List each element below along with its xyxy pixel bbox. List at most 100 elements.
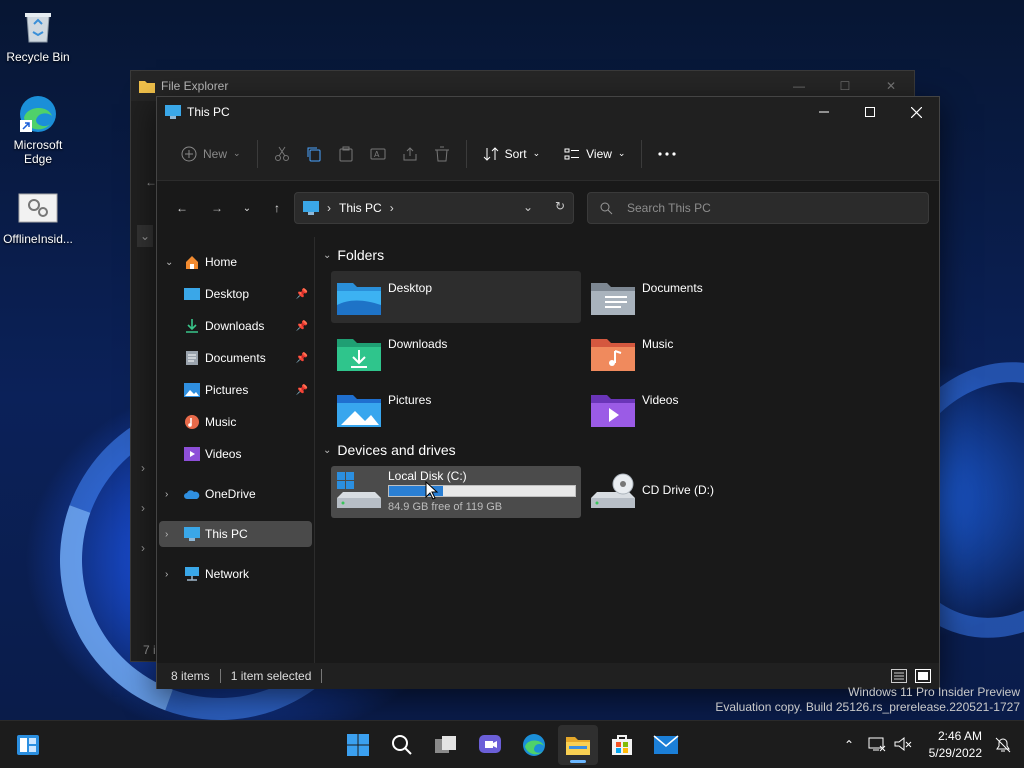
teams-chat-button[interactable] xyxy=(470,725,510,765)
desktop-icon-label: Recycle Bin xyxy=(6,50,70,64)
search-button[interactable] xyxy=(382,725,422,765)
back-button[interactable]: ← xyxy=(167,193,197,223)
nav-item-home[interactable]: ⌄ Home xyxy=(159,249,312,275)
delete-button[interactable] xyxy=(426,136,458,172)
address-dropdown-icon[interactable]: ⌄ xyxy=(523,200,533,214)
drive-tile-local-disk-c[interactable]: Local Disk (C:) 84.9 GB free of 119 GB xyxy=(331,466,581,518)
task-view-button[interactable] xyxy=(426,725,466,765)
mail-button[interactable] xyxy=(646,725,686,765)
nav-item-music[interactable]: Music xyxy=(159,409,312,435)
folder-tile-videos[interactable]: Videos xyxy=(585,383,835,435)
chat-icon xyxy=(479,735,501,753)
clock[interactable]: 2:46 AM 5/29/2022 xyxy=(929,728,982,762)
nav-item-network[interactable]: › Network xyxy=(159,561,312,587)
folder-name: Pictures xyxy=(388,393,432,407)
new-button[interactable]: New ⌄ xyxy=(173,136,249,172)
desktop-icon-edge[interactable]: Microsoft Edge xyxy=(0,94,76,166)
nav-item-documents[interactable]: Documents 📌 xyxy=(159,345,312,371)
address-bar[interactable]: › This PC › ⌄ ↻ xyxy=(294,192,574,224)
folder-tile-pictures[interactable]: Pictures xyxy=(331,383,581,435)
folder-tile-desktop[interactable]: Desktop xyxy=(331,271,581,323)
music-folder-icon xyxy=(591,339,635,371)
nav-item-label: Home xyxy=(205,255,238,269)
details-view-button[interactable] xyxy=(889,668,909,684)
pictures-icon xyxy=(183,381,201,399)
chevron-right-icon: › xyxy=(141,461,145,475)
pin-icon[interactable]: 📌 xyxy=(296,385,308,396)
status-item-count: 8 items xyxy=(171,669,210,683)
folder-name: Music xyxy=(642,337,674,351)
build-watermark: Windows 11 Pro Insider Preview Evaluatio… xyxy=(715,685,1020,715)
up-button[interactable]: ↑ xyxy=(262,193,292,223)
folder-tile-downloads[interactable]: Downloads xyxy=(331,327,581,379)
videos-folder-icon xyxy=(591,395,635,427)
ribbon-separator xyxy=(465,139,467,168)
desktop-icon-recycle-bin[interactable]: Recycle Bin xyxy=(0,6,76,64)
file-explorer-taskbar-button[interactable] xyxy=(558,725,598,765)
pin-icon[interactable]: 📌 xyxy=(296,321,308,332)
volume-muted-icon[interactable] xyxy=(894,736,912,755)
cloud-icon xyxy=(183,485,201,503)
chevron-right-icon[interactable]: › xyxy=(165,569,179,580)
chevron-right-icon[interactable]: › xyxy=(165,489,179,500)
trash-icon xyxy=(434,146,449,161)
paste-button[interactable] xyxy=(330,136,362,172)
file-explorer-window[interactable]: This PC New ⌄ A Sort ⌄ View ⌄ ← → ⌄ ↑ › … xyxy=(156,96,940,689)
store-button[interactable] xyxy=(602,725,642,765)
edge-taskbar-button[interactable] xyxy=(514,725,554,765)
share-button[interactable] xyxy=(394,136,426,172)
maximize-button[interactable] xyxy=(847,97,893,127)
mouse-cursor-icon xyxy=(425,481,439,500)
folder-icon xyxy=(139,81,155,93)
chevron-down-icon[interactable]: ⌄ xyxy=(165,257,179,268)
nav-item-this-pc[interactable]: › This PC xyxy=(159,521,312,547)
folder-tile-music[interactable]: Music xyxy=(585,327,835,379)
download-icon xyxy=(183,317,201,335)
breadcrumb-chevron-icon[interactable]: › xyxy=(390,201,394,215)
minimize-button[interactable] xyxy=(801,97,847,127)
section-folders-header[interactable]: ⌄ Folders xyxy=(323,247,384,263)
desktop-icon-offline-insider[interactable]: OfflineInsid... xyxy=(0,188,76,246)
nav-item-downloads[interactable]: Downloads 📌 xyxy=(159,313,312,339)
nav-item-videos[interactable]: Videos xyxy=(159,441,312,467)
nav-item-desktop[interactable]: Desktop 📌 xyxy=(159,281,312,307)
cd-drive-icon xyxy=(591,473,635,508)
nav-item-pictures[interactable]: Pictures 📌 xyxy=(159,377,312,403)
ellipsis-icon xyxy=(658,151,677,156)
start-button[interactable] xyxy=(338,725,378,765)
pin-icon[interactable]: 📌 xyxy=(296,353,308,364)
recent-locations-button[interactable]: ⌄ xyxy=(232,193,262,223)
sort-button[interactable]: Sort ⌄ xyxy=(475,136,549,172)
nav-item-onedrive[interactable]: › OneDrive xyxy=(159,481,312,507)
breadcrumb-this-pc[interactable]: This PC xyxy=(339,201,382,215)
drive-usage-bar xyxy=(388,485,576,497)
chevron-right-icon[interactable]: › xyxy=(165,529,179,540)
widgets-button[interactable] xyxy=(8,725,48,765)
close-button[interactable] xyxy=(893,97,939,127)
edge-icon xyxy=(18,94,58,134)
more-options-button[interactable] xyxy=(650,136,684,172)
pin-icon[interactable]: 📌 xyxy=(296,289,308,300)
nav-item-label: OneDrive xyxy=(205,487,256,501)
view-button[interactable]: View ⌄ xyxy=(556,136,633,172)
drive-tile-cd-drive-d[interactable]: CD Drive (D:) xyxy=(585,466,835,518)
nav-item-label: Videos xyxy=(205,447,242,461)
tiles-view-button[interactable] xyxy=(913,668,933,684)
folder-tile-documents[interactable]: Documents xyxy=(585,271,835,323)
rename-icon: A xyxy=(370,148,386,159)
cut-button[interactable] xyxy=(266,136,298,172)
system-tray: ⌃ xyxy=(838,721,912,768)
status-selection-count: 1 item selected xyxy=(230,669,312,683)
show-hidden-icons-chevron-icon[interactable]: ⌃ xyxy=(838,738,860,752)
network-status-icon[interactable] xyxy=(868,736,886,755)
search-box[interactable] xyxy=(587,192,929,224)
forward-button[interactable]: → xyxy=(202,193,232,223)
search-input[interactable] xyxy=(627,201,907,215)
rename-button[interactable]: A xyxy=(362,136,394,172)
scissors-icon xyxy=(274,146,289,161)
plus-circle-icon xyxy=(181,146,197,161)
section-devices-header[interactable]: ⌄ Devices and drives xyxy=(323,442,456,458)
refresh-icon[interactable]: ↻ xyxy=(555,199,565,213)
copy-button[interactable] xyxy=(298,136,330,172)
notification-bell-icon[interactable] xyxy=(994,736,1012,757)
